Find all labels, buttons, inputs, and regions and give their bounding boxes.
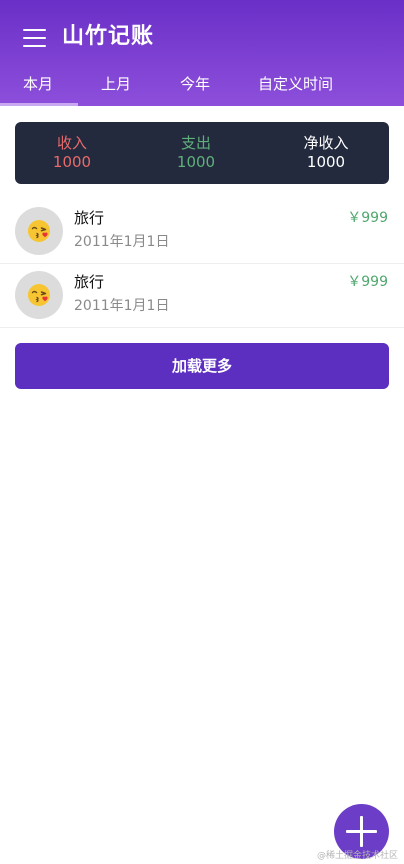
app-title: 山竹记账 — [62, 24, 155, 49]
record-list: 旅行 2011年1月1日 ￥999 旅行 2011年1月1日 ￥999 — [0, 200, 404, 328]
load-more-button[interactable]: 加载更多 — [15, 343, 389, 389]
expense-value: 1000 — [176, 153, 216, 171]
income-label: 收入 — [56, 134, 87, 152]
expense-summary: 支出 1000 — [141, 134, 251, 172]
category-avatar — [15, 271, 63, 319]
net-income-summary: 净收入 1000 — [271, 134, 381, 172]
net-income-value: 1000 — [306, 153, 346, 171]
expense-label: 支出 — [180, 134, 211, 152]
record-title: 旅行 — [74, 209, 105, 227]
tab-this-month[interactable]: 本月 — [23, 74, 53, 94]
tab-custom-time[interactable]: 自定义时间 — [258, 74, 333, 94]
record-amount: ￥999 — [347, 274, 388, 290]
record-date: 2011年1月1日 — [74, 234, 170, 250]
tab-last-month[interactable]: 上月 — [101, 74, 131, 94]
list-item[interactable]: 旅行 2011年1月1日 ￥999 — [0, 264, 404, 328]
summary-card: 收入 1000 支出 1000 净收入 1000 — [15, 122, 389, 184]
watermark-text: @稀土掘金技术社区 — [316, 851, 398, 861]
record-title: 旅行 — [74, 273, 105, 291]
menu-icon[interactable] — [23, 28, 47, 48]
period-tabs: 本月 上月 今年 自定义时间 — [0, 68, 404, 106]
tab-this-year[interactable]: 今年 — [180, 74, 210, 94]
category-avatar — [15, 207, 63, 255]
list-item[interactable]: 旅行 2011年1月1日 ￥999 — [0, 200, 404, 264]
record-date: 2011年1月1日 — [74, 298, 170, 314]
income-value: 1000 — [52, 153, 92, 171]
record-amount: ￥999 — [347, 210, 388, 226]
tab-active-indicator — [0, 103, 78, 106]
app-header: 山竹记账 本月 上月 今年 自定义时间 — [0, 0, 404, 106]
net-income-label: 净收入 — [303, 134, 349, 152]
kissing-face-icon — [28, 284, 50, 306]
income-summary: 收入 1000 — [17, 134, 127, 172]
kissing-face-icon — [28, 220, 50, 242]
